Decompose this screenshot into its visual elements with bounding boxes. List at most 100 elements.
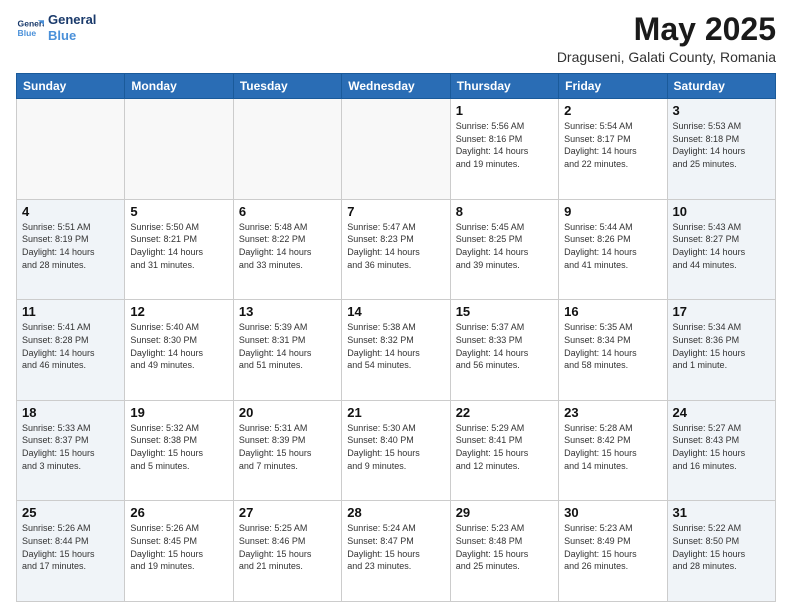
day-number-3: 3 xyxy=(673,103,770,118)
svg-text:Blue: Blue xyxy=(18,27,37,37)
calendar-cell-w3-d2: 13 Sunrise: 5:39 AM Sunset: 8:31 PM Dayli… xyxy=(233,300,341,401)
day-info-19: Sunrise: 5:32 AM Sunset: 8:38 PM Dayligh… xyxy=(130,422,227,472)
day-number-2: 2 xyxy=(564,103,661,118)
header-friday: Friday xyxy=(559,74,667,99)
day-number-16: 16 xyxy=(564,304,661,319)
calendar-cell-w4-d1: 19Sunrise: 5:32 AM Sunset: 8:38 PM Dayli… xyxy=(125,400,233,501)
day-info-12: Sunrise: 5:40 AM Sunset: 8:30 PM Dayligh… xyxy=(130,321,227,371)
day-info-20: Sunrise: 5:31 AM Sunset: 8:39 PM Dayligh… xyxy=(239,422,336,472)
calendar-cell-w5-d3: 28 Sunrise: 5:24 AM Sunset: 8:47 PM Dayli… xyxy=(342,501,450,602)
day-info-22: Sunrise: 5:29 AM Sunset: 8:41 PM Dayligh… xyxy=(456,422,553,472)
day-number-6: 6 xyxy=(239,204,336,219)
calendar-cell-w5-d1: 26 Sunrise: 5:26 AM Sunset: 8:45 PM Dayli… xyxy=(125,501,233,602)
calendar-week-5: 25 Sunrise: 5:26 AM Sunset: 8:44 PM Dayli… xyxy=(17,501,776,602)
calendar-body: 1 Sunrise: 5:56 AM Sunset: 8:16 PM Daylig… xyxy=(17,99,776,602)
day-info-6: Sunrise: 5:48 AM Sunset: 8:22 PM Dayligh… xyxy=(239,221,336,271)
day-info-5: Sunrise: 5:50 AM Sunset: 8:21 PM Dayligh… xyxy=(130,221,227,271)
day-info-2: Sunrise: 5:54 AM Sunset: 8:17 PM Dayligh… xyxy=(564,120,661,170)
day-info-31: Sunrise: 5:22 AM Sunset: 8:50 PM Dayligh… xyxy=(673,522,770,572)
logo-general: General xyxy=(48,12,96,28)
logo-blue: Blue xyxy=(48,28,96,44)
calendar-cell-w4-d4: 22 Sunrise: 5:29 AM Sunset: 8:41 PM Dayli… xyxy=(450,400,558,501)
day-info-4: Sunrise: 5:51 AM Sunset: 8:19 PM Dayligh… xyxy=(22,221,119,271)
logo-icon: General Blue xyxy=(16,14,44,42)
day-number-4: 4 xyxy=(22,204,119,219)
calendar-cell-w1-d1 xyxy=(125,99,233,200)
header-tuesday: Tuesday xyxy=(233,74,341,99)
day-info-28: Sunrise: 5:24 AM Sunset: 8:47 PM Dayligh… xyxy=(347,522,444,572)
title-area: May 2025 Draguseni, Galati County, Roman… xyxy=(557,12,776,65)
calendar-cell-w2-d3: 7 Sunrise: 5:47 AM Sunset: 8:23 PM Daylig… xyxy=(342,199,450,300)
calendar-cell-w2-d6: 10Sunrise: 5:43 AM Sunset: 8:27 PM Dayli… xyxy=(667,199,775,300)
calendar-cell-w3-d0: 11Sunrise: 5:41 AM Sunset: 8:28 PM Dayli… xyxy=(17,300,125,401)
calendar-cell-w4-d0: 18Sunrise: 5:33 AM Sunset: 8:37 PM Dayli… xyxy=(17,400,125,501)
day-info-29: Sunrise: 5:23 AM Sunset: 8:48 PM Dayligh… xyxy=(456,522,553,572)
calendar-cell-w3-d1: 12 Sunrise: 5:40 AM Sunset: 8:30 PM Dayli… xyxy=(125,300,233,401)
month-title: May 2025 xyxy=(557,12,776,47)
day-number-23: 23 xyxy=(564,405,661,420)
location: Draguseni, Galati County, Romania xyxy=(557,49,776,65)
day-number-5: 5 xyxy=(130,204,227,219)
calendar-cell-w1-d0 xyxy=(17,99,125,200)
day-number-26: 26 xyxy=(130,505,227,520)
calendar-cell-w2-d5: 9Sunrise: 5:44 AM Sunset: 8:26 PM Daylig… xyxy=(559,199,667,300)
day-info-25: Sunrise: 5:26 AM Sunset: 8:44 PM Dayligh… xyxy=(22,522,119,572)
calendar-cell-w1-d3 xyxy=(342,99,450,200)
calendar-week-1: 1 Sunrise: 5:56 AM Sunset: 8:16 PM Daylig… xyxy=(17,99,776,200)
calendar-table: Sunday Monday Tuesday Wednesday Thursday… xyxy=(16,73,776,602)
calendar-cell-w3-d3: 14Sunrise: 5:38 AM Sunset: 8:32 PM Dayli… xyxy=(342,300,450,401)
header-saturday: Saturday xyxy=(667,74,775,99)
day-number-30: 30 xyxy=(564,505,661,520)
calendar-cell-w2-d4: 8Sunrise: 5:45 AM Sunset: 8:25 PM Daylig… xyxy=(450,199,558,300)
day-number-1: 1 xyxy=(456,103,553,118)
header: General Blue General Blue May 2025 Dragu… xyxy=(16,12,776,65)
day-number-14: 14 xyxy=(347,304,444,319)
calendar-cell-w5-d5: 30Sunrise: 5:23 AM Sunset: 8:49 PM Dayli… xyxy=(559,501,667,602)
day-info-1: Sunrise: 5:56 AM Sunset: 8:16 PM Dayligh… xyxy=(456,120,553,170)
page: General Blue General Blue May 2025 Dragu… xyxy=(0,0,792,612)
day-info-15: Sunrise: 5:37 AM Sunset: 8:33 PM Dayligh… xyxy=(456,321,553,371)
day-info-24: Sunrise: 5:27 AM Sunset: 8:43 PM Dayligh… xyxy=(673,422,770,472)
day-number-11: 11 xyxy=(22,304,119,319)
calendar-header-row: Sunday Monday Tuesday Wednesday Thursday… xyxy=(17,74,776,99)
day-info-16: Sunrise: 5:35 AM Sunset: 8:34 PM Dayligh… xyxy=(564,321,661,371)
day-number-27: 27 xyxy=(239,505,336,520)
calendar-cell-w3-d6: 17Sunrise: 5:34 AM Sunset: 8:36 PM Dayli… xyxy=(667,300,775,401)
logo: General Blue General Blue xyxy=(16,12,96,43)
calendar-week-2: 4 Sunrise: 5:51 AM Sunset: 8:19 PM Daylig… xyxy=(17,199,776,300)
day-number-7: 7 xyxy=(347,204,444,219)
day-number-20: 20 xyxy=(239,405,336,420)
day-number-24: 24 xyxy=(673,405,770,420)
header-wednesday: Wednesday xyxy=(342,74,450,99)
day-number-13: 13 xyxy=(239,304,336,319)
day-info-27: Sunrise: 5:25 AM Sunset: 8:46 PM Dayligh… xyxy=(239,522,336,572)
day-number-12: 12 xyxy=(130,304,227,319)
day-info-7: Sunrise: 5:47 AM Sunset: 8:23 PM Dayligh… xyxy=(347,221,444,271)
calendar-cell-w4-d6: 24 Sunrise: 5:27 AM Sunset: 8:43 PM Dayli… xyxy=(667,400,775,501)
calendar-cell-w5-d0: 25 Sunrise: 5:26 AM Sunset: 8:44 PM Dayli… xyxy=(17,501,125,602)
calendar-week-3: 11Sunrise: 5:41 AM Sunset: 8:28 PM Dayli… xyxy=(17,300,776,401)
calendar-cell-w1-d4: 1 Sunrise: 5:56 AM Sunset: 8:16 PM Daylig… xyxy=(450,99,558,200)
calendar-cell-w1-d5: 2 Sunrise: 5:54 AM Sunset: 8:17 PM Daylig… xyxy=(559,99,667,200)
header-sunday: Sunday xyxy=(17,74,125,99)
day-number-18: 18 xyxy=(22,405,119,420)
calendar-cell-w3-d4: 15 Sunrise: 5:37 AM Sunset: 8:33 PM Dayli… xyxy=(450,300,558,401)
day-info-10: Sunrise: 5:43 AM Sunset: 8:27 PM Dayligh… xyxy=(673,221,770,271)
day-info-23: Sunrise: 5:28 AM Sunset: 8:42 PM Dayligh… xyxy=(564,422,661,472)
day-number-9: 9 xyxy=(564,204,661,219)
day-info-26: Sunrise: 5:26 AM Sunset: 8:45 PM Dayligh… xyxy=(130,522,227,572)
day-number-15: 15 xyxy=(456,304,553,319)
calendar-cell-w5-d6: 31Sunrise: 5:22 AM Sunset: 8:50 PM Dayli… xyxy=(667,501,775,602)
calendar-cell-w4-d3: 21Sunrise: 5:30 AM Sunset: 8:40 PM Dayli… xyxy=(342,400,450,501)
day-number-28: 28 xyxy=(347,505,444,520)
calendar-cell-w4-d2: 20 Sunrise: 5:31 AM Sunset: 8:39 PM Dayli… xyxy=(233,400,341,501)
day-number-22: 22 xyxy=(456,405,553,420)
header-monday: Monday xyxy=(125,74,233,99)
calendar-week-4: 18Sunrise: 5:33 AM Sunset: 8:37 PM Dayli… xyxy=(17,400,776,501)
calendar-cell-w2-d1: 5 Sunrise: 5:50 AM Sunset: 8:21 PM Daylig… xyxy=(125,199,233,300)
day-info-13: Sunrise: 5:39 AM Sunset: 8:31 PM Dayligh… xyxy=(239,321,336,371)
calendar-cell-w5-d2: 27 Sunrise: 5:25 AM Sunset: 8:46 PM Dayli… xyxy=(233,501,341,602)
calendar-cell-w2-d0: 4 Sunrise: 5:51 AM Sunset: 8:19 PM Daylig… xyxy=(17,199,125,300)
day-info-3: Sunrise: 5:53 AM Sunset: 8:18 PM Dayligh… xyxy=(673,120,770,170)
day-number-25: 25 xyxy=(22,505,119,520)
